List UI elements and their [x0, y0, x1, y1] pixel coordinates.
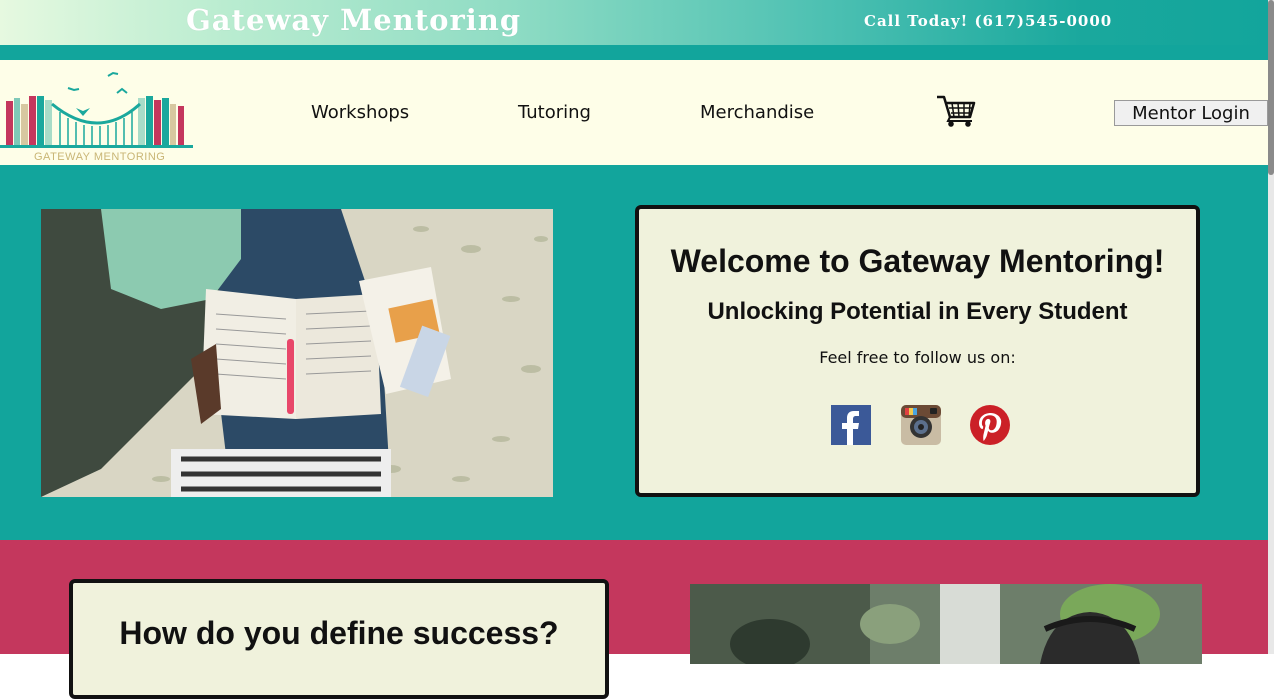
- welcome-card: Welcome to Gateway Mentoring! Unlocking …: [635, 205, 1200, 497]
- logo[interactable]: GATEWAY MENTORING: [0, 60, 200, 165]
- facebook-icon[interactable]: [831, 405, 871, 445]
- logo-text: GATEWAY MENTORING: [34, 151, 166, 163]
- navbar: GATEWAY MENTORING Workshops Tutoring Mer…: [0, 60, 1274, 165]
- success-title: How do you define success?: [119, 615, 559, 651]
- success-card: How do you define success?: [69, 579, 609, 699]
- instagram-icon[interactable]: [901, 405, 941, 445]
- hero-section: Welcome to Gateway Mentoring! Unlocking …: [0, 165, 1274, 540]
- mentor-login-button[interactable]: Mentor Login: [1114, 100, 1268, 126]
- banner-strip: [0, 45, 1274, 60]
- scrollbar-thumb[interactable]: [1268, 0, 1274, 175]
- phone-number[interactable]: Call Today! (617)545-0000: [864, 12, 1112, 30]
- hero-photo-studying: [41, 209, 553, 497]
- site-title: Gateway Mentoring: [186, 3, 522, 37]
- logo-bridge-icon: [0, 71, 193, 148]
- student-photo: [690, 584, 1202, 664]
- nav-link-workshops[interactable]: Workshops: [311, 102, 409, 123]
- shopping-cart-icon[interactable]: [936, 94, 976, 128]
- follow-text: Feel free to follow us on:: [819, 348, 1016, 367]
- success-section: How do you define success?: [0, 540, 1274, 699]
- social-links: [639, 405, 1196, 445]
- nav-link-tutoring[interactable]: Tutoring: [518, 102, 591, 123]
- pinterest-icon[interactable]: [970, 405, 1010, 445]
- nav-link-merchandise[interactable]: Merchandise: [700, 102, 814, 123]
- welcome-subtitle: Unlocking Potential in Every Student: [707, 298, 1128, 325]
- top-banner: Gateway Mentoring Call Today! (617)545-0…: [0, 0, 1274, 45]
- welcome-title: Welcome to Gateway Mentoring!: [670, 243, 1165, 279]
